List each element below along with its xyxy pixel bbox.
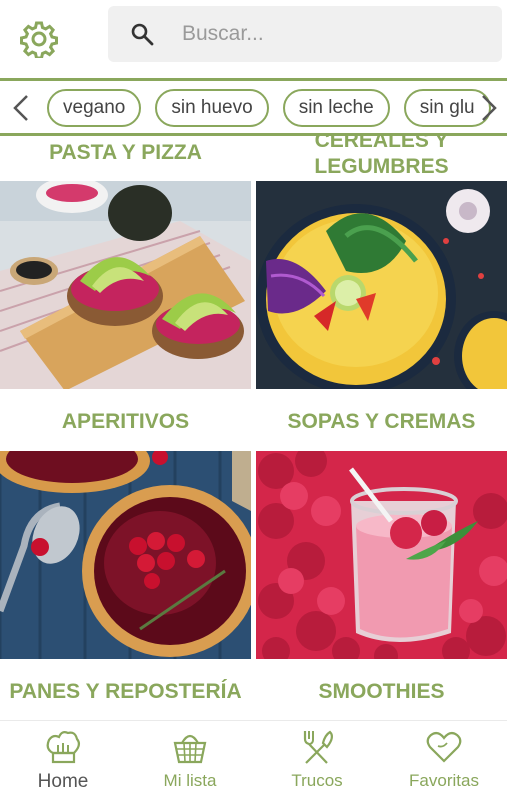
search-input[interactable] bbox=[182, 16, 482, 52]
category-image-aperitivos[interactable] bbox=[0, 181, 251, 389]
category-image-smoothies[interactable] bbox=[256, 451, 507, 659]
nav-mi-lista[interactable]: Mi lista bbox=[127, 727, 253, 797]
nav-mi-lista-label: Mi lista bbox=[163, 771, 217, 790]
category-title-sopas-y-cremas[interactable]: SOPAS Y CREMAS bbox=[256, 409, 507, 435]
nav-favoritas[interactable]: Favoritas bbox=[381, 727, 507, 797]
nav-trucos[interactable]: Trucos bbox=[254, 727, 380, 797]
utensils-icon bbox=[303, 730, 334, 764]
gear-icon[interactable] bbox=[20, 20, 58, 58]
nav-home-label: Home bbox=[37, 771, 89, 792]
filter-bar: vegano sin huevo sin leche sin glu bbox=[0, 78, 507, 136]
chef-hat-icon bbox=[46, 731, 81, 764]
nav-trucos-label: Trucos bbox=[291, 771, 343, 790]
app-header bbox=[0, 0, 507, 78]
chevron-left-icon[interactable] bbox=[10, 93, 32, 123]
bottom-nav: Home Mi lista Trucos Favoritas bbox=[0, 720, 507, 800]
basket-icon bbox=[173, 734, 207, 764]
chevron-right-icon[interactable] bbox=[478, 93, 500, 123]
filter-chip-list: vegano sin huevo sin leche sin glu bbox=[47, 89, 505, 129]
filter-chip-sin-leche[interactable]: sin leche bbox=[282, 89, 390, 127]
filter-chip-sin-huevo[interactable]: sin huevo bbox=[155, 89, 269, 127]
category-title-panes-y-reposteria[interactable]: PANES Y REPOSTERÍA bbox=[0, 679, 251, 705]
category-title-pasta-y-pizza[interactable]: PASTA Y PIZZA bbox=[0, 140, 251, 166]
category-title-aperitivos[interactable]: APERITIVOS bbox=[0, 409, 251, 435]
search-icon bbox=[131, 23, 154, 46]
nav-favoritas-label: Favoritas bbox=[409, 771, 479, 790]
category-title-smoothies[interactable]: SMOOTHIES bbox=[256, 679, 507, 705]
heart-icon bbox=[426, 731, 462, 763]
category-image-panes-y-reposteria[interactable] bbox=[0, 451, 251, 659]
category-title-cereales-y-legumbres[interactable]: CEREALES Y LEGUMBRES bbox=[256, 136, 507, 180]
search-bar[interactable] bbox=[108, 6, 502, 62]
filter-chip-vegano[interactable]: vegano bbox=[47, 89, 142, 127]
category-grid: PASTA Y PIZZA CEREALES Y LEGUMBRES APERI… bbox=[0, 136, 507, 720]
nav-home[interactable]: Home bbox=[0, 727, 126, 797]
category-image-sopas-y-cremas[interactable] bbox=[256, 181, 507, 389]
